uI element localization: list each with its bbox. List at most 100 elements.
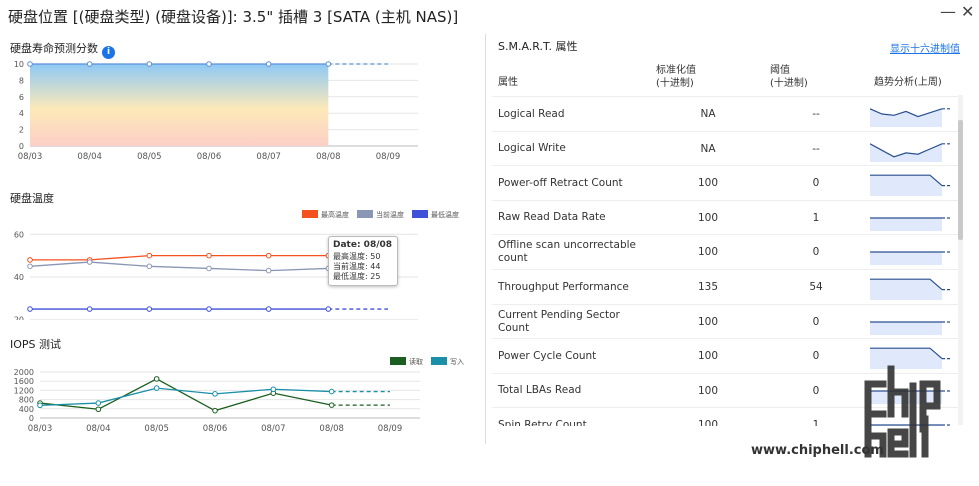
smart-row[interactable]: Logical Read NA -- [492, 96, 962, 131]
data-point [328, 402, 335, 408]
legend-min-temp[interactable]: 最低温度 [412, 210, 459, 220]
trend-sparkline [870, 217, 952, 231]
y-tick-label: 2000 [14, 368, 34, 377]
series-line [29, 261, 329, 272]
y-tick-label: 400 [19, 405, 34, 414]
y-tick-label: 1600 [14, 377, 34, 386]
smart-row[interactable]: Power-off Retract Count 100 0 [492, 165, 962, 200]
smart-title: S.M.A.R.T. 属性 [498, 40, 578, 53]
x-tick-label: 08/08 [319, 424, 344, 434]
data-point [37, 402, 43, 409]
attr-normalized: 100 [697, 315, 719, 328]
header-norm-line2: (十进制) [656, 78, 694, 89]
x-tick-label: 08/03 [28, 424, 53, 434]
scrollbar-thumb[interactable] [958, 120, 963, 240]
charts-panel: 硬盘寿命预测分数 i 0 2 4 6 8 10 08/03 08/04 08/05 08/06 08/… [0, 34, 478, 486]
attr-name: Logical Read [498, 107, 565, 120]
data-point [27, 263, 33, 270]
x-tick-label: 08/04 [86, 424, 111, 434]
legend-label: 最低温度 [431, 211, 459, 219]
data-point [95, 406, 102, 413]
data-point [95, 400, 102, 406]
attr-normalized: 100 [697, 384, 719, 397]
attr-threshold: 0 [812, 315, 820, 328]
y-tick-label: 6 [19, 93, 24, 102]
smart-row[interactable]: Logical Write NA -- [492, 130, 962, 166]
x-tick-label: 08/07 [261, 424, 286, 434]
watermark-logo: www.chiphell.com [751, 365, 941, 458]
attr-normalized: 100 [697, 419, 719, 426]
data-point [146, 252, 153, 259]
area-fill [30, 64, 329, 146]
header-threshold[interactable]: 阈值 (十进制) [770, 64, 808, 90]
legend-swatch [390, 357, 406, 365]
header-attr[interactable]: 属性 [498, 76, 518, 89]
trend-sparkline [870, 174, 952, 197]
y-tick-label: 0 [29, 414, 34, 423]
attr-normalized: 100 [697, 350, 719, 363]
attr-name: Power Cycle Count [498, 349, 597, 362]
smart-row[interactable]: Raw Read Data Rate 100 1 [492, 199, 962, 235]
logo-ll [909, 415, 929, 458]
x-tick-label: 08/06 [197, 152, 222, 162]
data-point [325, 61, 332, 67]
temp-chart: 20406008/0308/0408/0508/0608/0708/0808/0… [14, 230, 418, 320]
logo-e [887, 428, 909, 458]
data-point [27, 257, 33, 263]
trend-sparkline [870, 251, 952, 266]
attr-threshold: -- [812, 108, 820, 120]
sparkline-fill [870, 217, 942, 231]
data-point [86, 61, 93, 67]
legend-label: 当前温度 [376, 211, 404, 219]
smart-row[interactable]: Throughput Performance 135 54 [492, 269, 962, 304]
header-trend[interactable]: 趋势分析(上周) [874, 76, 942, 89]
x-tick-label: 08/07 [256, 152, 281, 162]
smart-row[interactable]: Offline scan uncorrectable count 100 0 [492, 234, 962, 269]
x-tick-label: 08/05 [137, 152, 162, 162]
legend-current-temp[interactable]: 当前温度 [357, 210, 404, 220]
sparkline-fill [870, 252, 942, 266]
x-tick-label: 08/04 [77, 152, 102, 162]
smart-row[interactable]: Current Pending Sector Count 100 0 [492, 303, 962, 339]
sparkline-fill [870, 321, 942, 335]
data-point [325, 306, 332, 312]
minimize-button[interactable]: — [940, 2, 956, 21]
attr-name: Total LBAs Read [498, 384, 582, 397]
data-point [86, 306, 93, 312]
x-tick-label: 08/09 [378, 424, 403, 434]
data-point [153, 385, 160, 391]
legend-max-temp[interactable]: 最高温度 [302, 210, 349, 220]
attr-name: Raw Read Data Rate [498, 211, 606, 224]
trend-sparkline [870, 108, 952, 127]
legend-label: 写入 [450, 358, 464, 366]
attr-threshold: 0 [812, 246, 820, 259]
data-point [86, 259, 93, 265]
temp-chart-title: 硬盘温度 [10, 192, 54, 205]
trend-sparkline [870, 142, 952, 162]
tooltip-max: 最高温度: 50 [333, 252, 381, 261]
tooltip-min: 最低温度: 25 [333, 272, 381, 281]
iops-chart: 0400800120016002000 08/03 08/04 08/05 08/06 0… [14, 368, 420, 434]
close-button[interactable]: ✕ [961, 2, 974, 21]
header-thr-line1: 阈值 [770, 65, 790, 76]
legend-label: 最高温度 [321, 211, 349, 219]
temp-legend: 最高温度 当前温度 最低温度 [302, 210, 459, 220]
attr-threshold: -- [812, 142, 820, 155]
data-point [206, 306, 212, 312]
y-tick-label: 0 [19, 142, 24, 151]
legend-swatch [302, 210, 318, 218]
data-point [206, 252, 212, 259]
attr-name: Logical Write [498, 142, 566, 155]
show-hex-link[interactable]: 显示十六进制值 [890, 40, 960, 55]
legend-swatch [431, 357, 447, 365]
y-tick-label: 8 [19, 76, 24, 85]
window-title: 硬盘位置 [(硬盘类型) (硬盘设备)]: 3.5" 插槽 3 [SATA (主… [8, 8, 459, 26]
attr-name: Throughput Performance [498, 280, 629, 293]
header-norm[interactable]: 标准化值 (十进制) [656, 64, 696, 90]
data-point [265, 267, 272, 274]
panel-divider [485, 34, 486, 444]
y-tick-label: 10 [14, 60, 24, 69]
attr-normalized: 100 [697, 246, 719, 259]
temp-tooltip: Date: 08/08 最高温度: 50 当前温度: 44 最低温度: 25 [328, 236, 398, 286]
x-tick-label: 08/06 [203, 424, 228, 434]
